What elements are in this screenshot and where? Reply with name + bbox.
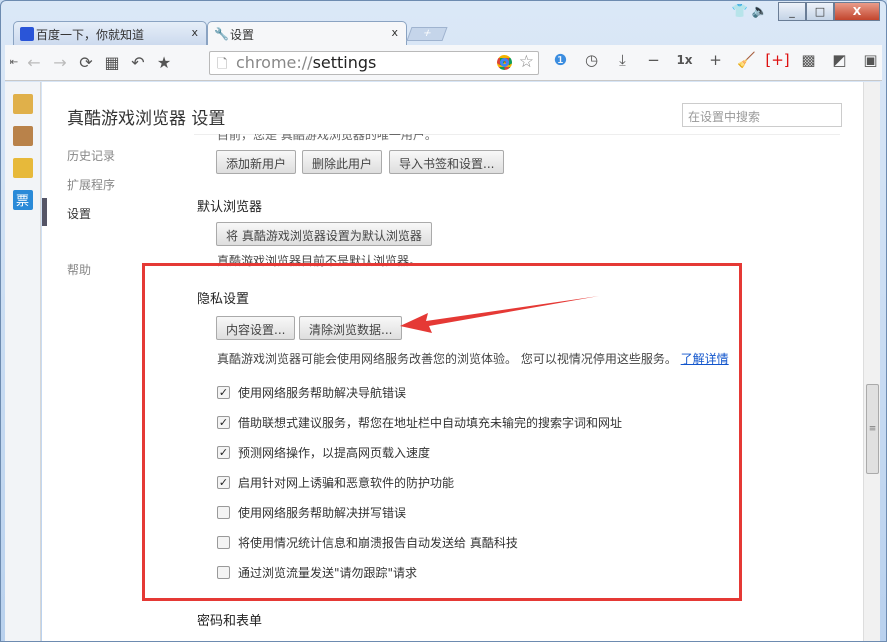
nav-history[interactable]: 历史记录 — [67, 147, 115, 164]
bookmark-star-icon[interactable]: ★ — [151, 53, 177, 72]
checker-icon[interactable]: ▩ — [793, 51, 824, 69]
tab-label: 百度一下，你就知道 — [36, 28, 144, 42]
close-tab-icon[interactable]: x — [191, 26, 198, 39]
new-tab-button[interactable]: + — [406, 27, 447, 41]
address-bar[interactable]: 🗋 chrome://settings ☆ — [209, 51, 539, 75]
delete-user-button[interactable]: 删除此用户 — [302, 150, 382, 174]
reload-icon[interactable]: ⟳ — [73, 53, 99, 72]
download-icon[interactable]: ⤓ — [607, 51, 638, 69]
wrench-icon: 🔧 — [214, 27, 228, 41]
window-controls: _ □ X — [778, 2, 880, 21]
maximize-button[interactable]: □ — [806, 2, 834, 21]
screenshot-icon[interactable]: [+] — [762, 51, 793, 69]
extension-toolbar: ❶ ◷ ⤓ − 1x + 🧹 [+] ▩ ◩ ▣ ≡ — [545, 51, 887, 69]
nav-extensions[interactable]: 扩展程序 — [67, 176, 115, 193]
contacts-icon[interactable] — [13, 126, 33, 146]
chrome-logo-icon — [497, 55, 512, 70]
ticket-icon[interactable]: 票 — [13, 190, 33, 210]
add-user-button[interactable]: 添加新用户 — [216, 150, 296, 174]
set-default-browser-button[interactable]: 将 真酷游戏浏览器设置为默认浏览器 — [216, 222, 432, 246]
starred-folder-icon[interactable] — [13, 158, 33, 178]
back-icon[interactable]: ← — [21, 53, 47, 72]
minimize-button[interactable]: _ — [778, 2, 806, 21]
clean-broom-icon[interactable]: 🧹 — [731, 51, 762, 69]
import-bookmarks-button[interactable]: 导入书签和设置... — [389, 150, 504, 174]
sidebar-toggle-icon[interactable]: ⇤ — [7, 57, 21, 68]
url-path: settings — [313, 53, 377, 72]
sidebar: 票 — [5, 82, 41, 641]
baidu-paw-icon — [20, 27, 34, 41]
scrollbar[interactable]: ≡ — [863, 82, 880, 641]
url-scheme: chrome:// — [236, 53, 313, 72]
apps-grid-icon[interactable]: ▦ — [99, 53, 125, 72]
skin-sound-icons[interactable]: 👕 🔈 — [731, 4, 768, 19]
tab-label: 设置 — [230, 28, 254, 42]
forward-icon[interactable]: → — [47, 53, 73, 72]
page-title: 真酷游戏浏览器 设置 — [67, 104, 225, 129]
settings-search-input[interactable]: 在设置中搜索 — [682, 103, 842, 127]
users-note: 目前，您是 真酷游戏浏览器的唯一用户。 — [217, 134, 437, 143]
close-window-button[interactable]: X — [834, 2, 880, 21]
nav-help[interactable]: 帮助 — [67, 261, 91, 278]
passwords-heading: 密码和表单 — [197, 610, 262, 629]
window-mode-icon[interactable]: ▣ — [855, 51, 886, 69]
browser-window: 👕 🔈 _ □ X 百度一下，你就知道 x 🔧 设置 x + ⇤ ← → ⟳ ▦… — [0, 0, 887, 642]
annotation-arrow-icon — [396, 291, 606, 336]
close-tab-icon[interactable]: x — [391, 26, 398, 39]
tab-settings[interactable]: 🔧 设置 x — [207, 21, 407, 45]
history-clock-icon[interactable]: ◷ — [576, 51, 607, 69]
user-icon[interactable]: ❶ — [545, 51, 576, 69]
nav-settings[interactable]: 设置 — [67, 205, 91, 222]
tab-baidu[interactable]: 百度一下，你就知道 x — [13, 21, 207, 45]
scrollbar-thumb[interactable]: ≡ — [866, 384, 879, 474]
page-icon: 🗋 — [217, 55, 227, 77]
zoom-level[interactable]: 1x — [669, 53, 700, 67]
star-outline-icon[interactable]: ☆ — [519, 52, 534, 72]
default-browser-heading: 默认浏览器 — [197, 196, 262, 215]
undo-close-icon[interactable]: ↶ — [125, 53, 151, 72]
zoom-in-icon[interactable]: + — [700, 51, 731, 69]
fullscreen-icon[interactable]: ◩ — [824, 51, 855, 69]
zoom-out-icon[interactable]: − — [638, 51, 669, 69]
favorites-folder-icon[interactable] — [13, 94, 33, 114]
nav-selected-indicator — [42, 198, 47, 226]
toolbar: ⇤ ← → ⟳ ▦ ↶ ★ 🗋 chrome://settings ☆ ❶ ◷ … — [5, 45, 882, 81]
